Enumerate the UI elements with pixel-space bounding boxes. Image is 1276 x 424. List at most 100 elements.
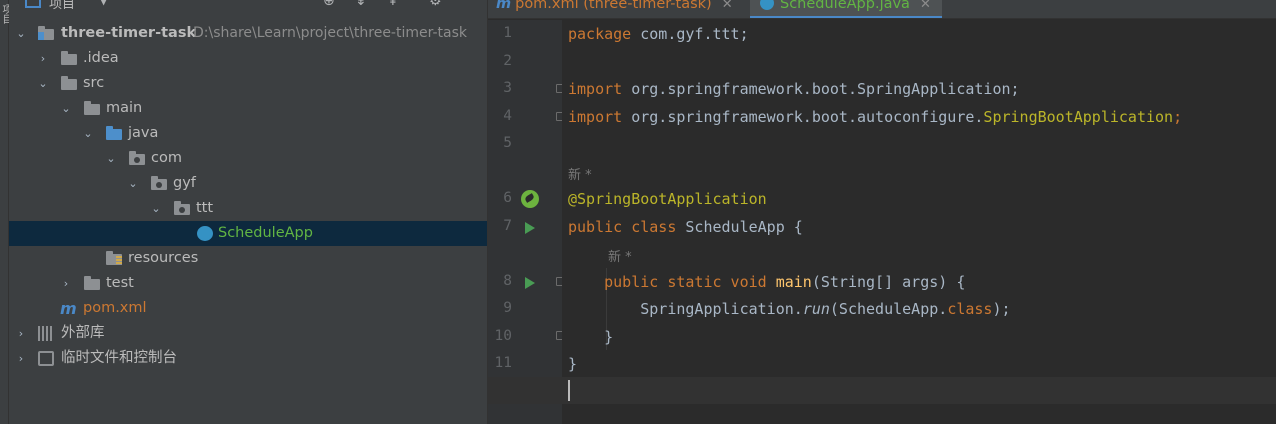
package-icon <box>129 151 145 166</box>
code-line-11: } <box>568 355 578 373</box>
tree-item-scheduleapp[interactable]: ScheduleApp <box>9 221 487 246</box>
folder-icon <box>61 51 77 66</box>
tool-window-strip: 项目 <box>0 0 11 424</box>
project-panel-title[interactable]: 项目 <box>49 0 75 12</box>
code-line-4: import org.springframework.boot.autoconf… <box>568 108 1183 126</box>
code-line-10: } <box>604 328 614 346</box>
package-icon <box>174 201 190 216</box>
chevron-down-icon[interactable]: ⌄ <box>60 96 72 121</box>
tree-item-module-root[interactable]: ⌄ three-timer-task D:\share\Learn\projec… <box>9 21 487 46</box>
line-number: 3 <box>503 80 512 96</box>
chevron-right-icon[interactable]: › <box>60 271 72 296</box>
module-name: three-timer-task <box>61 25 197 41</box>
library-icon <box>38 326 54 341</box>
tree-item-label: java <box>128 125 159 141</box>
line-number: 8 <box>503 273 512 289</box>
line-number: 11 <box>494 355 512 371</box>
current-line-highlight <box>488 377 1276 404</box>
tree-item-label: com <box>151 150 182 166</box>
code-line-1: package com.gyf.ttt; <box>568 25 749 43</box>
chevron-down-icon[interactable]: ⌄ <box>150 196 162 221</box>
tree-item-test[interactable]: › test <box>9 271 487 296</box>
line-number: 7 <box>503 218 512 234</box>
line-number: 9 <box>503 300 512 316</box>
chevron-right-icon[interactable]: › <box>15 346 27 371</box>
tab-scheduleapp[interactable]: ScheduleApp.java ✕ <box>750 0 942 18</box>
maven-icon: m <box>60 299 77 318</box>
code-line-7: public class ScheduleApp { <box>568 218 803 236</box>
tree-item-ttt[interactable]: ⌄ ttt <box>9 196 487 221</box>
resources-folder-icon <box>106 251 122 266</box>
tree-item-label: ScheduleApp <box>218 225 313 241</box>
tree-item-gyf[interactable]: ⌄ gyf <box>9 171 487 196</box>
editor-gutter: 1 2 3 4 5 6 7 8 9 10 11 12 <box>488 20 564 424</box>
spring-class-icon <box>760 0 774 10</box>
line-number: 10 <box>494 328 512 344</box>
chevron-down-icon[interactable]: ⌄ <box>105 146 117 171</box>
tree-item-label: test <box>106 275 134 291</box>
tree-item-label: ttt <box>196 200 214 216</box>
line-number: 6 <box>503 190 512 206</box>
tree-item-external-libraries[interactable]: › 外部库 <box>9 321 487 346</box>
tree-item-java[interactable]: ⌄ java <box>9 121 487 146</box>
code-line-6: @SpringBootApplication <box>568 190 767 208</box>
code-line-3: import org.springframework.boot.SpringAp… <box>568 80 1020 98</box>
chevron-down-icon[interactable]: ⌄ <box>82 121 94 146</box>
run-icon[interactable] <box>525 222 535 234</box>
module-folder-icon <box>38 26 54 41</box>
chevron-down-icon[interactable]: ▼ <box>99 0 108 7</box>
tab-label: pom.xml (three-timer-task) <box>515 0 712 12</box>
module-path: D:\share\Learn\project\three-timer-task <box>193 25 467 41</box>
folder-icon <box>84 101 100 116</box>
chevron-down-icon[interactable]: ⌄ <box>15 21 27 46</box>
tab-label: ScheduleApp.java <box>780 0 910 12</box>
target-icon[interactable]: ⊕ <box>323 0 335 10</box>
tree-item-com[interactable]: ⌄ com <box>9 146 487 171</box>
maven-icon: m <box>496 0 512 12</box>
tree-item-label: resources <box>128 250 199 266</box>
tree-item-label: src <box>83 75 105 91</box>
chevron-right-icon[interactable]: › <box>15 321 27 346</box>
line-number: 4 <box>503 108 512 124</box>
author-inlay-hint[interactable]: 新 * <box>608 246 632 265</box>
tree-item-label: gyf <box>173 175 196 191</box>
line-number: 2 <box>503 53 512 69</box>
close-icon[interactable]: ✕ <box>722 0 733 12</box>
tree-item-main[interactable]: ⌄ main <box>9 96 487 121</box>
tree-item-scratches[interactable]: › 临时文件和控制台 <box>9 346 487 371</box>
scratches-icon <box>38 351 54 366</box>
run-icon[interactable] <box>525 277 535 289</box>
folder-icon <box>84 276 100 291</box>
chevron-down-icon[interactable]: ⌄ <box>37 71 49 96</box>
source-folder-icon <box>106 126 122 141</box>
tree-item-src[interactable]: ⌄ src <box>9 71 487 96</box>
text-caret <box>568 380 570 401</box>
close-icon[interactable]: ✕ <box>920 0 931 12</box>
package-icon <box>151 176 167 191</box>
code-line-8: public static void main(String[] args) { <box>604 273 966 291</box>
editor-tab-bar: m pom.xml (three-timer-task) ✕ ScheduleApp… <box>488 0 1276 19</box>
tree-item-label: main <box>106 100 143 116</box>
project-tool-window: 项目 ▼ ⊕ ⇟ ⇞ ⚙ ⌄ three-timer-task D:\share… <box>9 0 488 424</box>
spring-class-icon <box>197 226 213 241</box>
gear-icon[interactable]: ⚙ <box>429 0 442 10</box>
line-number: 5 <box>503 135 512 151</box>
tree-item-resources[interactable]: resources <box>9 246 487 271</box>
tab-pom[interactable]: m pom.xml (three-timer-task) ✕ <box>496 0 746 18</box>
folder-icon <box>61 76 77 91</box>
author-inlay-hint[interactable]: 新 * <box>568 164 592 183</box>
chevron-down-icon[interactable]: ⌄ <box>127 171 139 196</box>
tree-item-label: 临时文件和控制台 <box>61 350 177 366</box>
project-view-icon <box>25 0 41 8</box>
expand-all-icon[interactable]: ⇟ <box>355 0 367 10</box>
collapse-all-icon[interactable]: ⇞ <box>387 0 399 10</box>
spring-bean-icon[interactable] <box>521 190 539 208</box>
tree-item-label: .idea <box>83 50 119 66</box>
tree-item-idea[interactable]: › .idea <box>9 46 487 71</box>
chevron-right-icon[interactable]: › <box>37 46 49 71</box>
tree-item-label: 外部库 <box>61 325 105 341</box>
project-panel-header: 项目 ▼ ⊕ ⇟ ⇞ ⚙ <box>9 0 487 12</box>
tree-item-label: pom.xml <box>83 300 147 316</box>
tree-item-pom[interactable]: m pom.xml <box>9 296 487 321</box>
line-number: 1 <box>503 25 512 41</box>
